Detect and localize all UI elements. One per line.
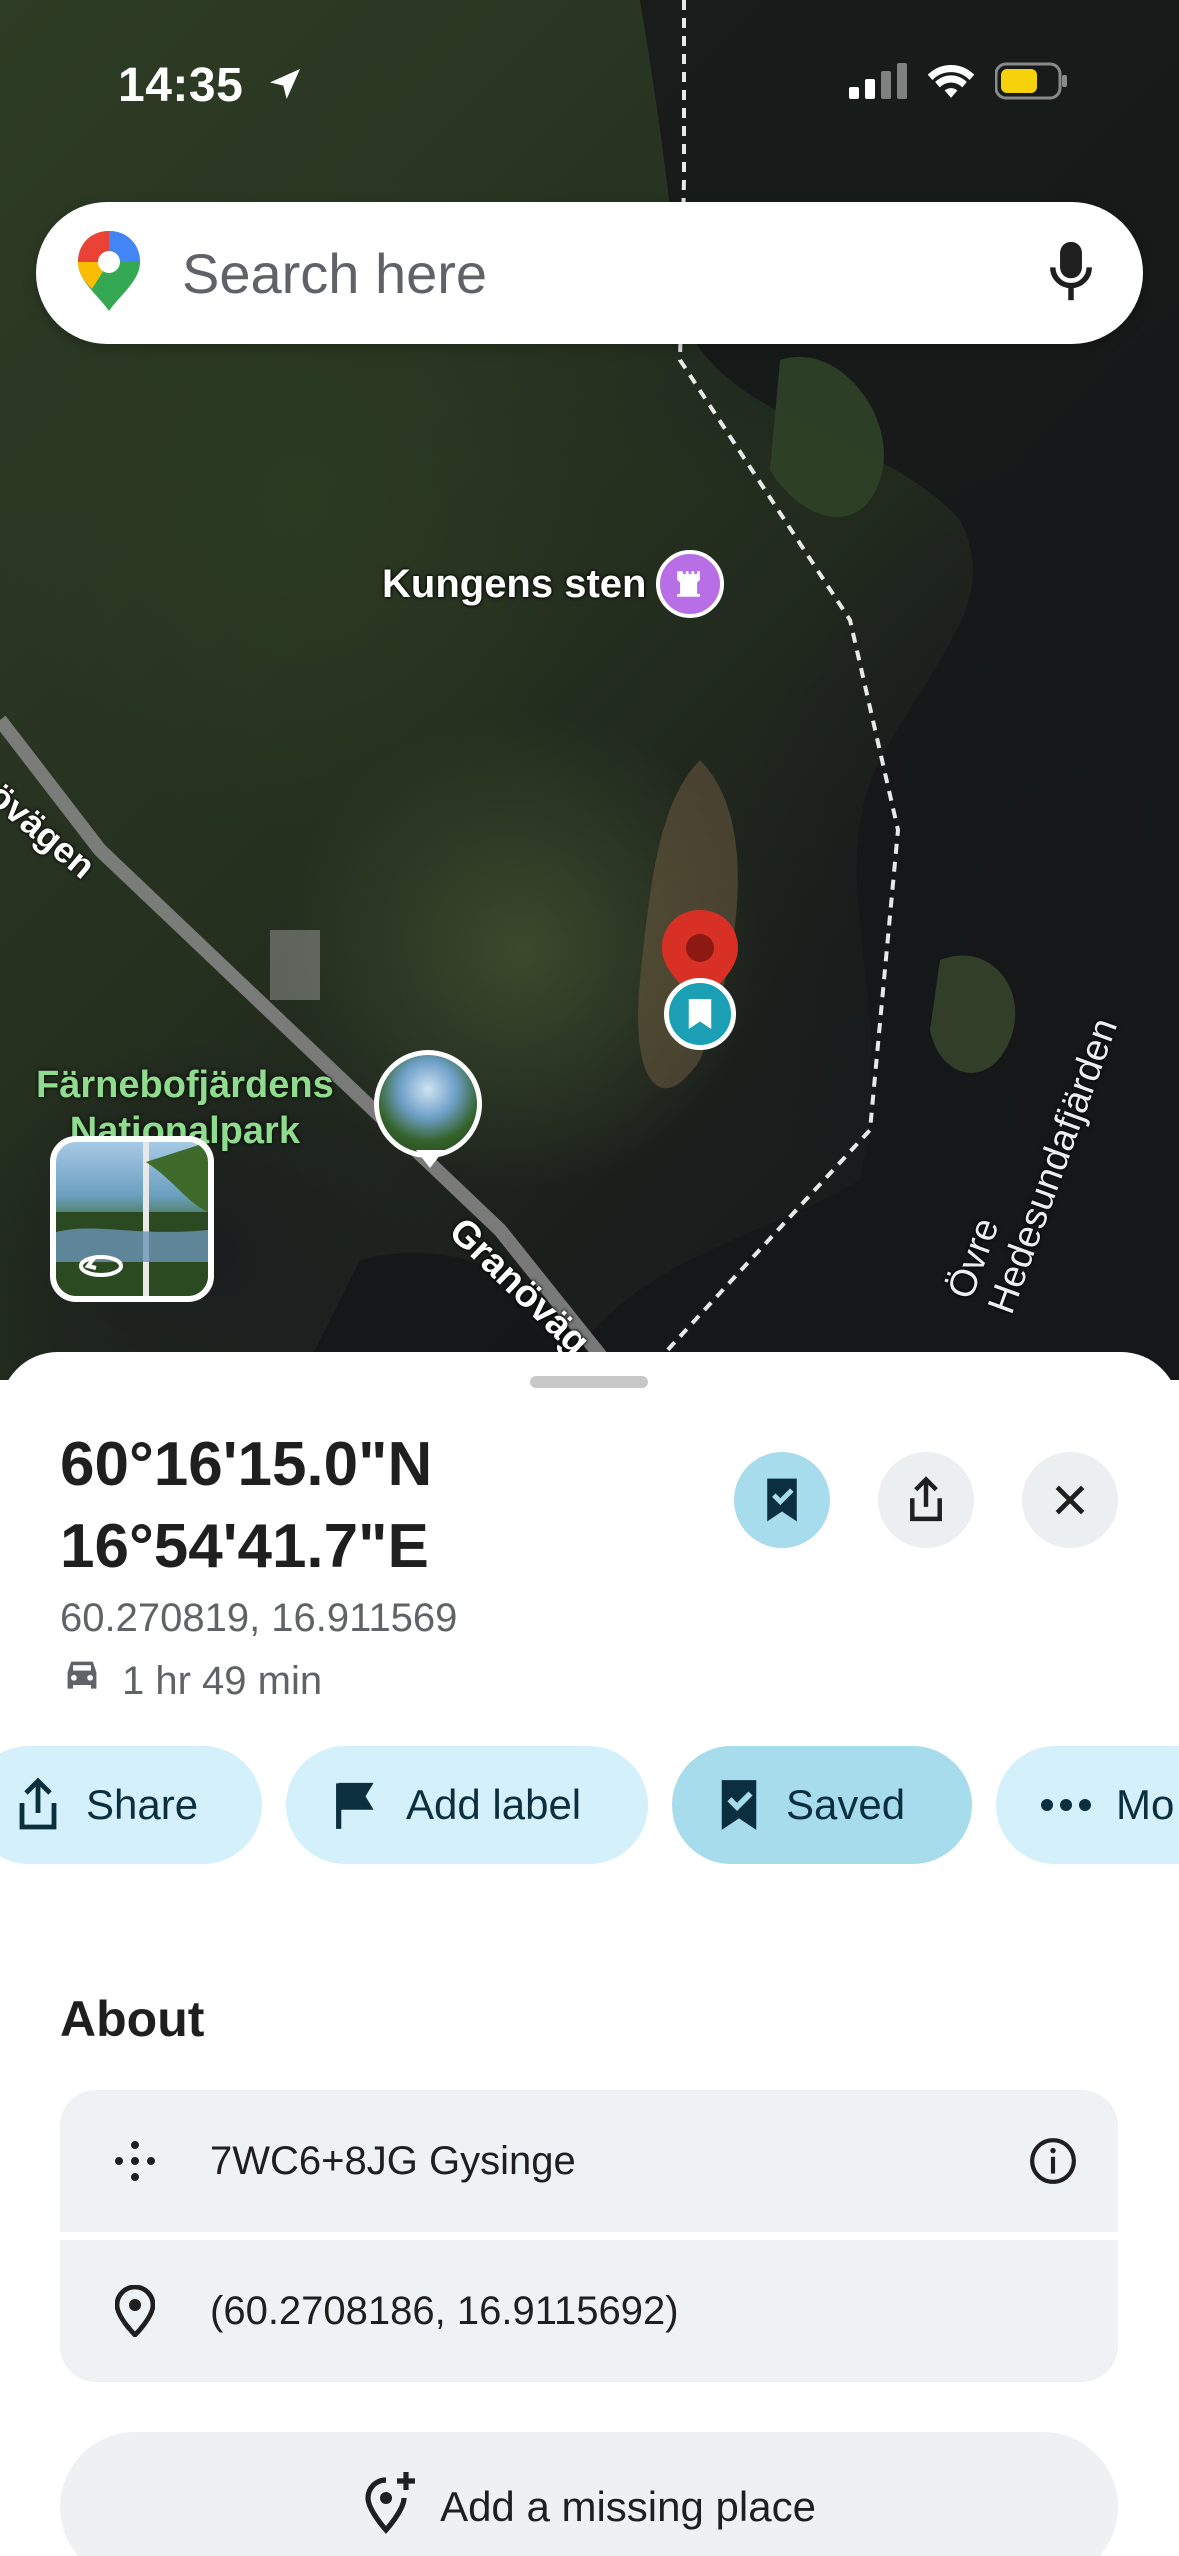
latitude-dms: 60°16'15.0"N: [60, 1430, 433, 1499]
search-bar[interactable]: Search here: [36, 202, 1143, 344]
close-button[interactable]: [1022, 1452, 1118, 1548]
car-icon: [60, 1658, 104, 1704]
cellular-signal-icon: [849, 63, 907, 104]
castle-icon[interactable]: [656, 550, 724, 618]
share-icon: [910, 1476, 942, 1522]
flag-icon: [336, 1782, 374, 1829]
share-chip-icon: [19, 1777, 57, 1830]
more-dots-icon: [1041, 1799, 1091, 1811]
share-chip-label: Share: [86, 1781, 199, 1828]
saved-marker-icon[interactable]: [664, 978, 736, 1050]
info-icon[interactable]: [988, 2136, 1118, 2186]
plus-code-row[interactable]: 7WC6+8JG Gysinge: [60, 2090, 1118, 2232]
save-bookmark-button[interactable]: [734, 1452, 830, 1548]
search-input[interactable]: Search here: [182, 241, 1049, 306]
360-icon: [76, 1246, 126, 1285]
microphone-icon[interactable]: [1049, 240, 1093, 307]
maps-logo-icon: [76, 229, 142, 318]
wifi-icon: [925, 62, 977, 105]
street-view-thumbnail[interactable]: [50, 1136, 214, 1302]
add-missing-place-label: Add a missing place: [440, 2483, 816, 2530]
decimal-coordinates: 60.270819, 16.911569: [60, 1596, 458, 1640]
plus-code-icon: [60, 2137, 210, 2185]
drive-time-text: 1 hr 49 min: [122, 1658, 323, 1703]
add-location-icon: [362, 2470, 418, 2544]
add-label-chip-label: Add label: [406, 1781, 582, 1828]
longitude-dms: 16°54'41.7"E: [60, 1512, 429, 1581]
add-label-chip[interactable]: Add label: [286, 1746, 648, 1864]
about-heading: About: [60, 1991, 205, 2047]
sheet-drag-handle[interactable]: [530, 1376, 648, 1388]
park-photo-marker[interactable]: [374, 1050, 482, 1158]
status-time: 14:35: [118, 58, 305, 116]
plus-code-text: 7WC6+8JG Gysinge: [210, 2138, 576, 2183]
share-round-button[interactable]: [878, 1452, 974, 1548]
bookmark-check-chip-icon: [721, 1780, 757, 1830]
marker-pointer: [416, 1150, 444, 1168]
share-chip[interactable]: Share: [0, 1746, 262, 1864]
more-chip[interactable]: Mo: [996, 1746, 1179, 1864]
battery-icon: [994, 62, 1069, 105]
status-time-text: 14:35: [118, 59, 244, 112]
bookmark-check-icon: [767, 1478, 797, 1522]
saved-chip-label: Saved: [786, 1781, 906, 1828]
add-missing-place-button[interactable]: Add a missing place: [60, 2432, 1118, 2556]
place-title: 60°16'15.0"N 16°54'41.7"E: [60, 1424, 432, 1588]
status-icons: [849, 62, 1069, 105]
coordinates-row[interactable]: (60.2708186, 16.9115692): [60, 2240, 1118, 2382]
saved-chip[interactable]: Saved: [672, 1746, 972, 1864]
drive-time[interactable]: 1 hr 49 min: [60, 1658, 322, 1704]
poi-label[interactable]: Kungens sten: [382, 562, 646, 607]
park-label-line1: Färnebofjärdens: [36, 1064, 334, 1106]
location-arrow-icon: [265, 61, 305, 116]
coordinates-text: (60.2708186, 16.9115692): [210, 2288, 679, 2333]
close-icon: [1055, 1485, 1085, 1515]
more-chip-label: Mo: [1116, 1781, 1175, 1828]
location-pin-icon: [60, 2285, 210, 2337]
action-chips: Share Add label Saved Mo: [0, 1746, 1179, 1864]
